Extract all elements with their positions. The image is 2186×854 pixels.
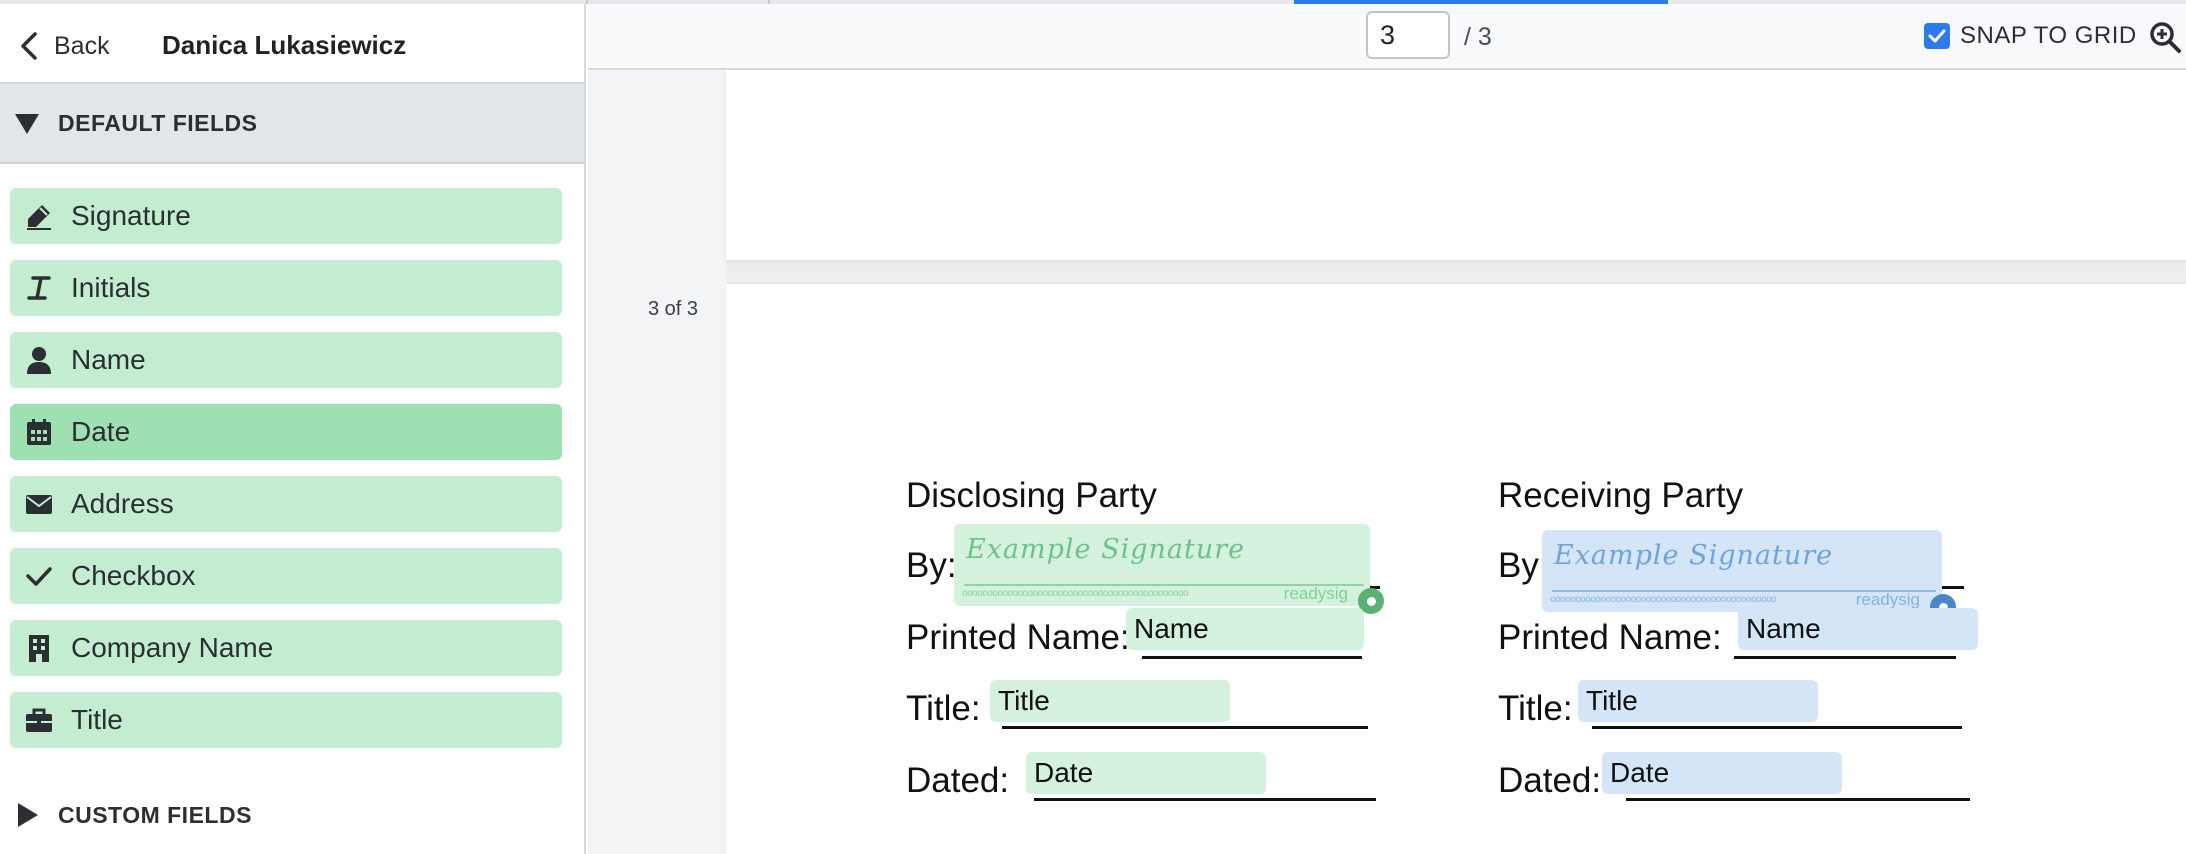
printed-name-line — [1142, 656, 1362, 659]
field-company-name[interactable]: Company Name — [10, 620, 562, 676]
field-label: Name — [71, 344, 146, 375]
field-signature[interactable]: Signature — [10, 188, 562, 244]
receiving-by-label: By: — [1498, 546, 1549, 585]
back-button[interactable]: Back — [18, 28, 110, 64]
disclosing-signature-field[interactable]: Example Signature oooooooooooooooooooooo… — [954, 524, 1384, 614]
readysign-brand: readysig — [1855, 590, 1920, 609]
italic-i-icon — [24, 273, 54, 303]
field-date[interactable]: Date — [10, 404, 562, 460]
field-title[interactable]: Title — [10, 692, 562, 748]
app-window: Back Danica Lukasiewicz DEFAULT FIELDS S… — [0, 0, 2186, 854]
receiving-title-label: Title: — [1498, 689, 1573, 728]
page-gutter: 3 of 3 — [588, 70, 726, 854]
field-label: Title — [71, 704, 123, 735]
field-label: Date — [71, 416, 131, 447]
caret-down-icon — [15, 114, 39, 134]
snap-checkbox[interactable] — [1924, 23, 1950, 49]
custom-fields-header[interactable]: CUSTOM FIELDS — [0, 774, 584, 854]
printed-name-line — [1734, 656, 1956, 659]
snap-label: SNAP TO GRID — [1960, 22, 2137, 49]
dated-line — [1034, 798, 1376, 801]
building-icon — [24, 633, 54, 663]
field-label: Checkbox — [71, 560, 196, 591]
disclosing-dated-label: Dated: — [906, 761, 1010, 800]
briefcase-icon — [24, 705, 54, 735]
snap-to-grid-toggle[interactable]: SNAP TO GRID — [1924, 22, 2137, 50]
default-fields-label: DEFAULT FIELDS — [58, 109, 258, 136]
signature-microtext: oooooooooooooooooooooooooooooooooooooooo… — [1550, 594, 1777, 605]
field-checkbox[interactable]: Checkbox — [10, 548, 562, 604]
title-line — [1592, 726, 1962, 729]
title-line — [1002, 726, 1368, 729]
receiving-party-heading: Receiving Party — [1498, 476, 1744, 515]
custom-fields-label: CUSTOM FIELDS — [58, 801, 252, 828]
pen-icon — [24, 201, 54, 231]
receiving-date-field[interactable]: Date — [1602, 752, 1842, 794]
default-fields-header[interactable]: DEFAULT FIELDS — [0, 82, 584, 164]
field-label: Address — [71, 488, 174, 519]
disclosing-date-field[interactable]: Date — [1026, 752, 1266, 794]
signer-name: Danica Lukasiewicz — [162, 30, 407, 60]
signature-sample: Example Signature — [966, 534, 1246, 565]
field-label: Initials — [71, 272, 151, 303]
receiving-dated-label: Dated: — [1498, 761, 1602, 800]
readysign-brand: readysig — [1283, 584, 1348, 603]
document-viewer[interactable]: 3 of 3 Disclosing Party By: Printed Name… — [588, 70, 2186, 854]
signature-sample: Example Signature — [1554, 540, 1834, 571]
disclosing-printed-name-label: Printed Name: — [906, 618, 1130, 657]
caret-right-icon — [18, 803, 38, 827]
chevron-left-icon — [21, 32, 37, 60]
disclosing-name-field[interactable]: Name — [1126, 608, 1364, 650]
signature-microtext: oooooooooooooooooooooooooooooooooooooooo… — [962, 588, 1189, 599]
receiving-signature-field[interactable]: Example Signature oooooooooooooooooooooo… — [1542, 530, 1956, 620]
field-sidebar: Back Danica Lukasiewicz DEFAULT FIELDS S… — [0, 4, 586, 854]
sidebar-header: Back Danica Lukasiewicz — [0, 4, 584, 82]
disclosing-by-label: By: — [906, 546, 957, 585]
check-icon — [1928, 29, 1946, 43]
envelope-icon — [24, 489, 54, 519]
calendar-icon — [24, 417, 54, 447]
disclosing-party-heading: Disclosing Party — [906, 476, 1157, 515]
document-toolbar: / 3 SNAP TO GRID — [588, 4, 2186, 70]
receiving-name-field[interactable]: Name — [1738, 608, 1978, 650]
person-icon — [24, 345, 54, 375]
document-page-3: Disclosing Party By: Printed Name: Title… — [726, 284, 2186, 854]
field-initials[interactable]: Initials — [10, 260, 562, 316]
field-address[interactable]: Address — [10, 476, 562, 532]
field-name[interactable]: Name — [10, 332, 562, 388]
check-icon — [24, 561, 54, 591]
receiving-title-field[interactable]: Title — [1578, 680, 1818, 722]
dated-line — [1626, 798, 1970, 801]
field-label: Company Name — [71, 632, 274, 663]
disclosing-title-field[interactable]: Title — [990, 680, 1230, 722]
disclosing-title-label: Title: — [906, 689, 981, 728]
zoom-in-icon[interactable] — [2148, 20, 2182, 54]
page-indicator: 3 of 3 — [648, 298, 699, 320]
page-number-input[interactable] — [1366, 11, 1450, 59]
document-page-2 — [726, 70, 2186, 260]
field-label: Signature — [71, 200, 191, 231]
back-label: Back — [54, 31, 110, 60]
receiving-printed-name-label: Printed Name: — [1498, 618, 1722, 657]
page-total: / 3 — [1464, 23, 1492, 51]
